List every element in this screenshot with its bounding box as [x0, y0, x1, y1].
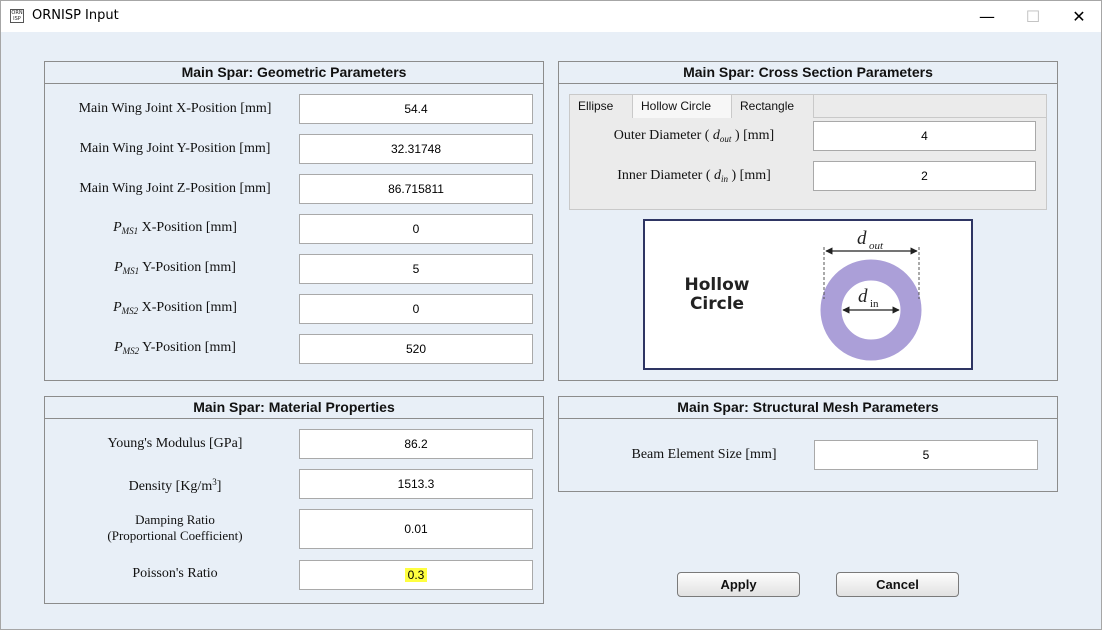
pms1-y-label: PMS1 Y-Position [mm] [55, 260, 295, 276]
hollow-circle-tab-body: Outer Diameter ( dout ) [mm] 4 Inner Dia… [570, 118, 1046, 209]
hollow-circle-diagram: Hollow Circle d out d in [643, 219, 973, 370]
close-button[interactable]: ✕ [1056, 1, 1102, 32]
window-title: ORNISP Input [32, 8, 119, 23]
pms1-y-subscript: MS1 [122, 266, 140, 276]
density-input[interactable]: 1513.3 [299, 469, 533, 499]
damping-ratio-label: Damping Ratio (Proportional Coefficient) [55, 512, 295, 544]
pms1-x-symbol: P [113, 220, 122, 235]
outer-diameter-post: ) [mm] [731, 128, 775, 143]
tab-bar: Ellipse Hollow Circle Rectangle [570, 95, 1046, 119]
hollow-circle-drawing: d out d in [820, 228, 922, 361]
density-label-text: Density [Kg/m [128, 479, 213, 494]
client-area: Main Spar: Geometric Parameters Main Win… [1, 32, 1101, 629]
cancel-button[interactable]: Cancel [836, 572, 959, 597]
inner-diameter-label: Inner Diameter ( din ) [mm] [590, 168, 798, 184]
poisson-ratio-input[interactable]: 0.3 [299, 560, 533, 590]
outer-d-label: d [857, 228, 867, 249]
inner-diameter-input[interactable]: 2 [813, 161, 1036, 191]
tab-ellipse[interactable]: Ellipse [570, 95, 633, 118]
app-icon: ORN ISP [10, 9, 24, 23]
beam-element-size-label: Beam Element Size [mm] [631, 447, 777, 462]
pms1-x-label: PMS1 X-Position [mm] [55, 220, 295, 236]
minimize-icon: — [979, 7, 995, 26]
mesh-panel-title: Main Spar: Structural Mesh Parameters [559, 397, 1057, 419]
pms2-x-subscript: MS2 [121, 306, 139, 316]
joint-y-label: Main Wing Joint Y-Position [mm] [79, 141, 271, 156]
material-panel-title: Main Spar: Material Properties [45, 397, 543, 419]
pms1-x-text: X-Position [mm] [138, 220, 237, 235]
ornisp-input-window: ORN ISP ORNISP Input — ☐ ✕ Main Spar: Ge… [0, 0, 1102, 630]
maximize-icon: ☐ [1025, 7, 1041, 26]
poisson-ratio-label: Poisson's Ratio [132, 566, 218, 581]
geometric-panel-title: Main Spar: Geometric Parameters [45, 62, 543, 84]
minimize-button[interactable]: — [964, 1, 1010, 32]
pms1-y-symbol: P [114, 260, 123, 275]
pms2-y-subscript: MS2 [122, 346, 140, 356]
joint-y-input[interactable]: 32.31748 [299, 134, 533, 164]
outer-d-subscript: out [869, 240, 884, 252]
pms2-y-symbol: P [114, 340, 123, 355]
damping-ratio-line1: Damping Ratio [135, 512, 215, 527]
tab-hollow-circle[interactable]: Hollow Circle [633, 95, 732, 119]
maximize-button[interactable]: ☐ [1010, 1, 1056, 32]
geometric-parameters-panel: Main Spar: Geometric Parameters Main Win… [44, 61, 544, 381]
inner-diameter-subscript: in [721, 174, 729, 184]
youngs-modulus-label: Young's Modulus [GPa] [107, 436, 243, 451]
poisson-ratio-value: 0.3 [404, 568, 428, 582]
damping-ratio-input[interactable]: 0.01 [299, 509, 533, 549]
density-label-end: ] [216, 479, 222, 494]
pms2-y-input[interactable]: 520 [299, 334, 533, 364]
pms2-y-label: PMS2 Y-Position [mm] [55, 340, 295, 356]
pms1-y-input[interactable]: 5 [299, 254, 533, 284]
pms1-y-text: Y-Position [mm] [139, 260, 236, 275]
joint-x-label: Main Wing Joint X-Position [mm] [78, 101, 272, 116]
beam-element-size-input[interactable]: 5 [814, 440, 1038, 470]
cross-section-panel: Main Spar: Cross Section Parameters Elli… [558, 61, 1058, 381]
joint-z-label: Main Wing Joint Z-Position [mm] [79, 181, 271, 196]
inner-d-label: d [858, 286, 868, 307]
close-icon: ✕ [1072, 7, 1086, 26]
tab-rectangle[interactable]: Rectangle [732, 95, 814, 118]
cross-section-tabs: Ellipse Hollow Circle Rectangle Outer Di… [569, 94, 1047, 210]
pms2-x-text: X-Position [mm] [138, 300, 237, 315]
outer-diameter-subscript: out [719, 134, 732, 144]
inner-diameter-symbol: d [714, 168, 721, 183]
outer-diameter-symbol: d [712, 128, 720, 143]
outer-diameter-label: Outer Diameter ( dout ) [mm] [590, 128, 798, 144]
pms2-y-text: Y-Position [mm] [139, 340, 236, 355]
mesh-parameters-panel: Main Spar: Structural Mesh Parameters Be… [558, 396, 1058, 492]
inner-d-subscript: in [870, 298, 879, 310]
inner-diameter-post: ) [mm] [728, 168, 771, 183]
outer-diameter-pre: Outer Diameter ( [613, 128, 713, 143]
joint-z-input[interactable]: 86.715811 [299, 174, 533, 204]
cross-section-panel-title: Main Spar: Cross Section Parameters [559, 62, 1057, 84]
pms2-x-label: PMS2 X-Position [mm] [55, 300, 295, 316]
youngs-modulus-input[interactable]: 86.2 [299, 429, 533, 459]
outer-diameter-input[interactable]: 4 [813, 121, 1036, 151]
title-bar[interactable]: ORN ISP ORNISP Input — ☐ ✕ [1, 1, 1101, 32]
material-properties-panel: Main Spar: Material Properties Young's M… [44, 396, 544, 604]
pms1-x-subscript: MS1 [121, 226, 139, 236]
inner-diameter-pre: Inner Diameter ( [617, 168, 714, 183]
apply-button[interactable]: Apply [677, 572, 800, 597]
pms2-x-input[interactable]: 0 [299, 294, 533, 324]
density-label: Density [Kg/m3] [55, 477, 295, 495]
pms1-x-input[interactable]: 0 [299, 214, 533, 244]
damping-ratio-line2: (Proportional Coefficient) [107, 528, 243, 543]
joint-x-input[interactable]: 54.4 [299, 94, 533, 124]
pms2-x-symbol: P [113, 300, 122, 315]
